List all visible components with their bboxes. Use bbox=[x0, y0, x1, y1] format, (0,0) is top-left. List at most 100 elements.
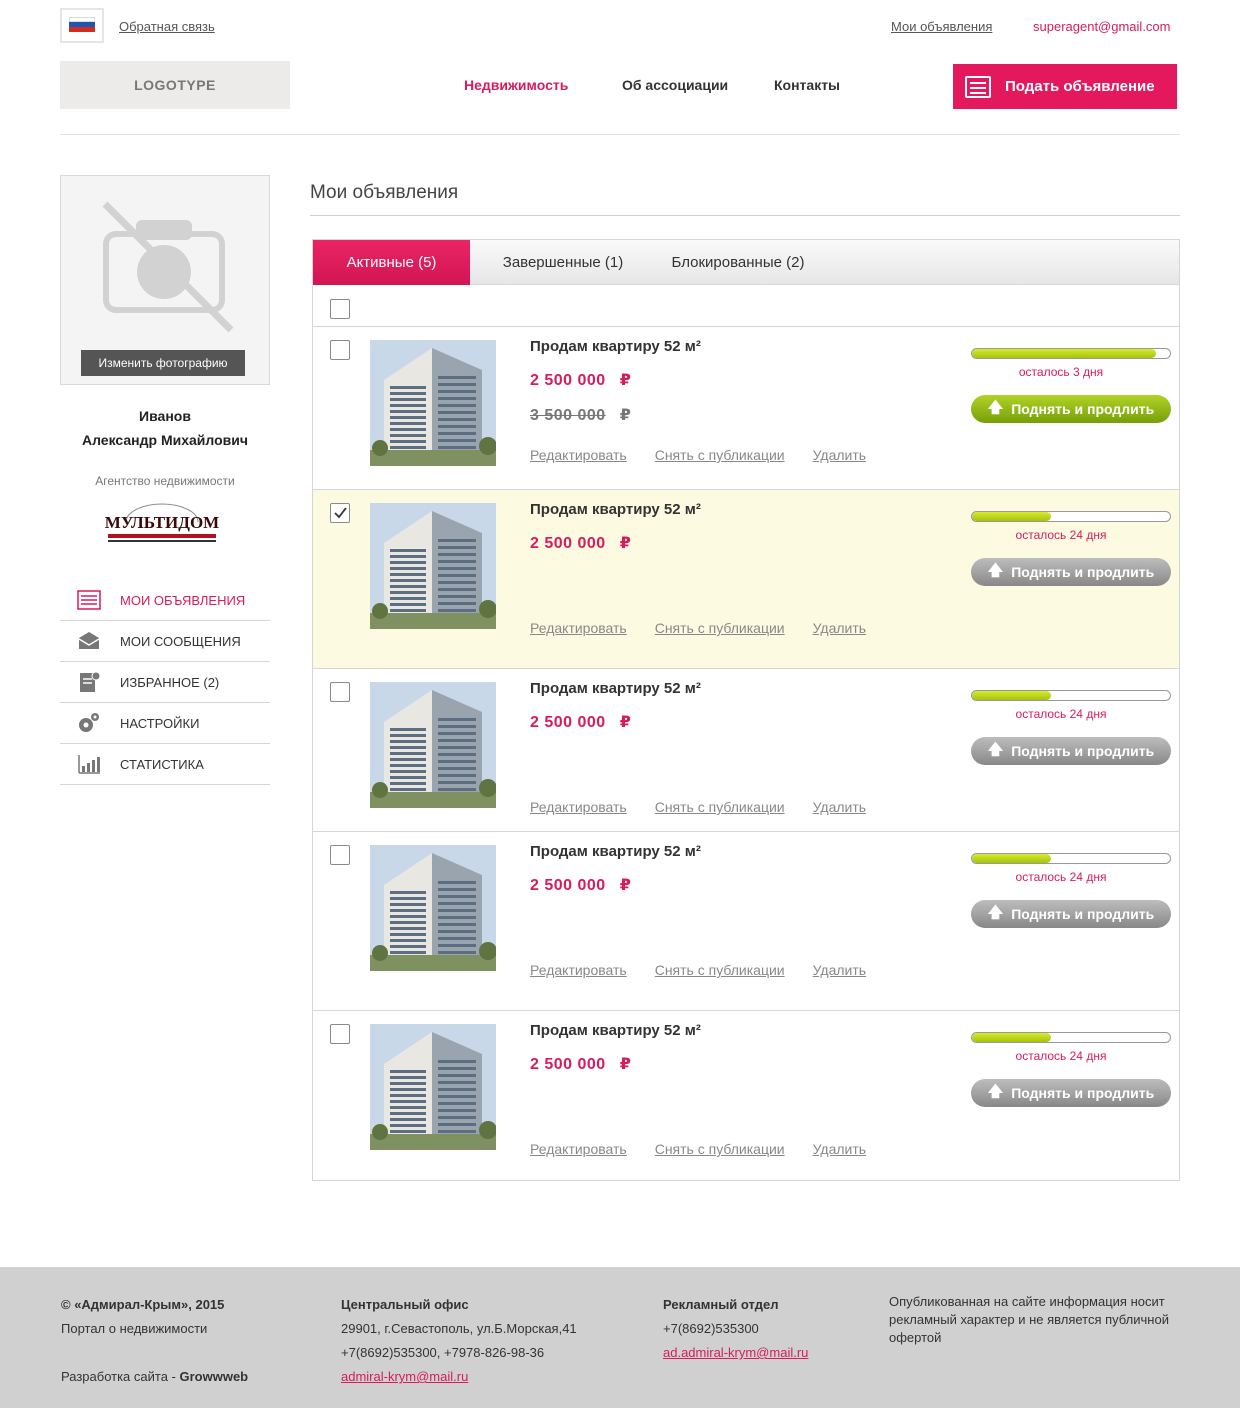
delete-link[interactable]: Удалить bbox=[813, 620, 866, 636]
listing-actions: Редактировать Снять с публикации Удалить bbox=[530, 1141, 894, 1157]
listing-photo[interactable] bbox=[370, 503, 496, 629]
listing-photo[interactable] bbox=[370, 1024, 496, 1150]
listing-title[interactable]: Продам квартиру 52 м² bbox=[530, 338, 701, 355]
footer-ads-title: Рекламный отдел bbox=[663, 1297, 779, 1312]
listing-photo[interactable] bbox=[370, 845, 496, 971]
time-remaining-bar bbox=[971, 690, 1171, 701]
footer-copyright: © «Адмирал-Крым», 2015 bbox=[61, 1297, 225, 1312]
edit-link[interactable]: Редактировать bbox=[530, 620, 627, 636]
my-ads-link[interactable]: Мои объявления bbox=[891, 19, 992, 34]
footer-office: Центральный офис 29901, г.Севастополь, у… bbox=[341, 1293, 577, 1389]
arrow-up-icon: 🡅 bbox=[987, 740, 1004, 758]
tab-active[interactable]: Активные (5) bbox=[313, 240, 470, 285]
footer-office-email[interactable]: admiral-krym@mail.ru bbox=[341, 1369, 468, 1384]
boost-label: Поднять и продлить bbox=[1011, 906, 1155, 922]
unpublish-link[interactable]: Снять с публикации bbox=[655, 447, 785, 463]
unpublish-link[interactable]: Снять с публикации bbox=[655, 1141, 785, 1157]
nav-real-estate[interactable]: Недвижимость bbox=[464, 77, 568, 93]
currency-symbol: ₽ bbox=[619, 877, 632, 894]
delete-link[interactable]: Удалить bbox=[813, 447, 866, 463]
edit-link[interactable]: Редактировать bbox=[530, 1141, 627, 1157]
delete-link[interactable]: Удалить bbox=[813, 962, 866, 978]
footer-ads-phone: +7(8692)535300 bbox=[663, 1321, 759, 1336]
footer-ads-department: Рекламный отдел +7(8692)535300 ad.admira… bbox=[663, 1293, 808, 1365]
edit-link[interactable]: Редактировать bbox=[530, 962, 627, 978]
time-remaining-label: осталось 24 дня bbox=[1015, 707, 1107, 721]
sidebar-item-my-ads[interactable]: МОИ ОБЪЯВЛЕНИЯ bbox=[60, 580, 270, 621]
sidebar-item-settings[interactable]: НАСТРОЙКИ bbox=[60, 703, 270, 744]
tab-completed[interactable]: Завершенные (1) bbox=[483, 240, 643, 285]
listing-checkbox[interactable] bbox=[330, 845, 350, 865]
tab-blocked[interactable]: Блокированные (2) bbox=[658, 240, 818, 285]
sidebar-item-my-messages[interactable]: МОИ СООБЩЕНИЯ bbox=[60, 621, 270, 662]
boost-extend-button[interactable]: 🡅 Поднять и продлить bbox=[971, 395, 1171, 423]
top-bar: Обратная связь Мои объявления superagent… bbox=[0, 0, 1240, 52]
price-value: 2 500 000 bbox=[530, 1056, 606, 1073]
currency-symbol: ₽ bbox=[619, 1056, 632, 1073]
listing-price: 2 500 000 ₽ bbox=[530, 712, 631, 732]
listings-icon bbox=[77, 590, 101, 610]
footer-disclaimer: Опубликованная на сайте информация носит… bbox=[889, 1294, 1169, 1345]
user-email-link[interactable]: superagent@gmail.com bbox=[1033, 19, 1170, 34]
footer-office-title: Центральный офис bbox=[341, 1297, 469, 1312]
post-ad-button[interactable]: Подать объявление bbox=[953, 64, 1177, 109]
listing-title[interactable]: Продам квартиру 52 м² bbox=[530, 680, 701, 697]
footer-ads-email[interactable]: ad.admiral-krym@mail.ru bbox=[663, 1345, 808, 1360]
unpublish-link[interactable]: Снять с публикации bbox=[655, 620, 785, 636]
title-divider bbox=[310, 215, 1180, 216]
select-all-row bbox=[313, 285, 1179, 327]
listing-title[interactable]: Продам квартиру 52 м² bbox=[530, 501, 701, 518]
listing-row: Продам квартиру 52 м² 2 500 000 ₽ 3 500 0… bbox=[313, 327, 1179, 490]
boost-extend-button[interactable]: 🡅 Поднять и продлить bbox=[971, 900, 1171, 928]
listing-photo[interactable] bbox=[370, 682, 496, 808]
listing-checkbox[interactable] bbox=[330, 682, 350, 702]
footer-dev-prefix: Разработка сайта - bbox=[61, 1369, 180, 1384]
boost-label: Поднять и продлить bbox=[1011, 564, 1155, 580]
edit-link[interactable]: Редактировать bbox=[530, 799, 627, 815]
delete-link[interactable]: Удалить bbox=[813, 1141, 866, 1157]
arrow-up-icon: 🡅 bbox=[987, 561, 1004, 579]
site-logo[interactable]: LOGOTYPE bbox=[60, 61, 290, 109]
messages-icon bbox=[77, 631, 101, 651]
post-ad-icon bbox=[965, 75, 991, 98]
arrow-up-icon: 🡅 bbox=[987, 1082, 1004, 1100]
listing-checkbox[interactable] bbox=[330, 1024, 350, 1044]
sidebar-item-statistics[interactable]: СТАТИСТИКА bbox=[60, 744, 270, 785]
russia-flag-icon[interactable] bbox=[60, 8, 104, 43]
listing-checkbox[interactable] bbox=[330, 503, 350, 523]
agency-logo[interactable]: МУЛЬТИДОМ bbox=[104, 500, 220, 550]
sidebar-item-label: СТАТИСТИКА bbox=[120, 756, 204, 772]
listing-row: Продам квартиру 52 м² 2 500 000 ₽ Редакти… bbox=[313, 1011, 1179, 1180]
delete-link[interactable]: Удалить bbox=[813, 799, 866, 815]
statistics-icon bbox=[77, 754, 101, 774]
edit-link[interactable]: Редактировать bbox=[530, 447, 627, 463]
time-remaining-label: осталось 3 дня bbox=[1018, 365, 1104, 379]
listing-checkbox[interactable] bbox=[330, 340, 350, 360]
listing-title[interactable]: Продам квартиру 52 м² bbox=[530, 1022, 701, 1039]
sidebar-item-favorites[interactable]: ИЗБРАННОЕ (2) bbox=[60, 662, 270, 703]
listing-photo[interactable] bbox=[370, 340, 496, 466]
select-all-checkbox[interactable] bbox=[330, 299, 350, 319]
boost-extend-button[interactable]: 🡅 Поднять и продлить bbox=[971, 1079, 1171, 1107]
footer-dev-link[interactable]: Growwweb bbox=[180, 1369, 249, 1384]
listing-title[interactable]: Продам квартиру 52 м² bbox=[530, 843, 701, 860]
unpublish-link[interactable]: Снять с публикации bbox=[655, 799, 785, 815]
price-value: 2 500 000 bbox=[530, 372, 606, 389]
nav-about[interactable]: Об ассоциации bbox=[622, 77, 728, 93]
time-remaining-label: осталось 24 дня bbox=[1015, 1049, 1107, 1063]
nav-contacts[interactable]: Контакты bbox=[774, 77, 840, 93]
boost-extend-button[interactable]: 🡅 Поднять и продлить bbox=[971, 558, 1171, 586]
favorites-icon bbox=[77, 671, 101, 692]
unpublish-link[interactable]: Снять с публикации bbox=[655, 962, 785, 978]
user-full-name: Иванов Александр Михайлович bbox=[60, 404, 270, 452]
time-remaining-bar bbox=[971, 853, 1171, 864]
listing-old-price: 3 500 000 ₽ bbox=[530, 405, 631, 425]
currency-symbol: ₽ bbox=[619, 714, 632, 731]
time-remaining-label: осталось 24 дня bbox=[1015, 528, 1107, 542]
feedback-link[interactable]: Обратная связь bbox=[119, 19, 215, 34]
boost-extend-button[interactable]: 🡅 Поднять и продлить bbox=[971, 737, 1171, 765]
listing-price: 2 500 000 ₽ bbox=[530, 370, 631, 390]
change-photo-button[interactable]: Изменить фотографию bbox=[81, 350, 245, 376]
footer-office-phones: +7(8692)535300, +7978-826-98-36 bbox=[341, 1345, 545, 1360]
arrow-up-icon: 🡅 bbox=[987, 398, 1004, 416]
